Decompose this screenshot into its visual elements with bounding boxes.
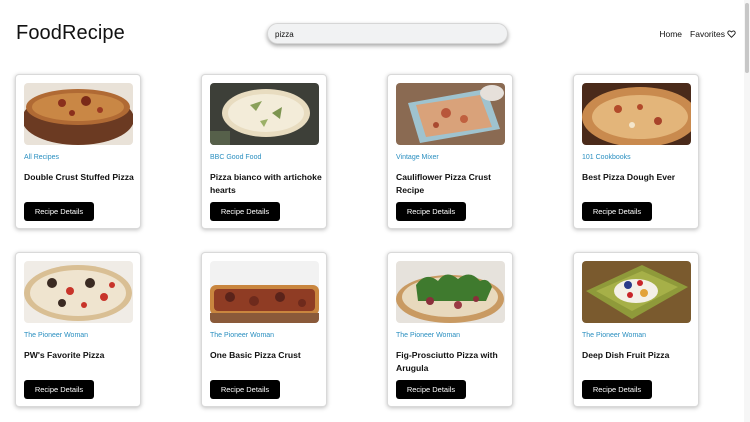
recipe-card: The Pioneer Woman Fig-Prosciutto Pizza w… — [387, 252, 513, 407]
recipe-title: Double Crust Stuffed Pizza — [24, 172, 134, 182]
recipe-card: BBC Good Food Pizza bianco with artichok… — [201, 74, 327, 229]
recipe-image — [210, 83, 319, 145]
recipe-image — [24, 261, 133, 323]
recipe-card: The Pioneer Woman Deep Dish Fruit Pizza … — [573, 252, 699, 407]
recipe-card: 101 Cookbooks Best Pizza Dough Ever Reci… — [573, 74, 699, 229]
recipe-image — [396, 83, 505, 145]
recipe-title: Deep Dish Fruit Pizza — [582, 350, 670, 360]
recipe-card: All Recipes Double Crust Stuffed Pizza R… — [15, 74, 141, 229]
search-box[interactable] — [267, 23, 508, 44]
recipe-title: Cauliflower Pizza Crust Recipe — [396, 172, 492, 195]
recipe-source[interactable]: BBC Good Food — [210, 154, 261, 161]
recipe-title: PW's Favorite Pizza — [24, 350, 105, 360]
recipe-grid: All Recipes Double Crust Stuffed Pizza R… — [15, 74, 699, 407]
recipe-source[interactable]: All Recipes — [24, 154, 59, 161]
page-scrollbar[interactable] — [744, 0, 750, 422]
recipe-card: The Pioneer Woman One Basic Pizza Crust … — [201, 252, 327, 407]
recipe-title: Pizza bianco with artichoke hearts — [210, 172, 322, 195]
recipe-source[interactable]: The Pioneer Woman — [582, 332, 646, 339]
recipe-title: One Basic Pizza Crust — [210, 350, 301, 360]
recipe-details-button[interactable]: Recipe Details — [582, 202, 652, 221]
recipe-details-button[interactable]: Recipe Details — [396, 202, 466, 221]
recipe-details-button[interactable]: Recipe Details — [210, 380, 280, 399]
recipe-details-button[interactable]: Recipe Details — [396, 380, 466, 399]
recipe-title: Best Pizza Dough Ever — [582, 172, 676, 182]
recipe-card: Vintage Mixer Cauliflower Pizza Crust Re… — [387, 74, 513, 229]
nav-favorites-link[interactable]: Favorites — [690, 29, 736, 39]
top-nav: Home Favorites — [659, 29, 736, 39]
nav-favorites-label: Favorites — [690, 29, 725, 39]
recipe-source[interactable]: The Pioneer Woman — [396, 332, 460, 339]
recipe-image — [582, 83, 691, 145]
recipe-image — [210, 261, 319, 323]
recipe-image — [396, 261, 505, 323]
nav-home-link[interactable]: Home — [659, 29, 682, 39]
heart-icon — [727, 30, 736, 38]
recipe-image — [582, 261, 691, 323]
search-input[interactable] — [268, 25, 507, 44]
recipe-image — [24, 83, 133, 145]
header: FoodRecipe Home Favorites — [0, 0, 750, 70]
recipe-source[interactable]: The Pioneer Woman — [24, 332, 88, 339]
app-logo[interactable]: FoodRecipe — [16, 22, 125, 45]
recipe-details-button[interactable]: Recipe Details — [24, 380, 94, 399]
recipe-title: Fig-Prosciutto Pizza with Arugula — [396, 350, 498, 373]
recipe-details-button[interactable]: Recipe Details — [210, 202, 280, 221]
recipe-source[interactable]: Vintage Mixer — [396, 154, 439, 161]
recipe-source[interactable]: 101 Cookbooks — [582, 154, 631, 161]
recipe-details-button[interactable]: Recipe Details — [582, 380, 652, 399]
scrollbar-thumb[interactable] — [745, 3, 749, 73]
recipe-details-button[interactable]: Recipe Details — [24, 202, 94, 221]
recipe-card: The Pioneer Woman PW's Favorite Pizza Re… — [15, 252, 141, 407]
recipe-source[interactable]: The Pioneer Woman — [210, 332, 274, 339]
